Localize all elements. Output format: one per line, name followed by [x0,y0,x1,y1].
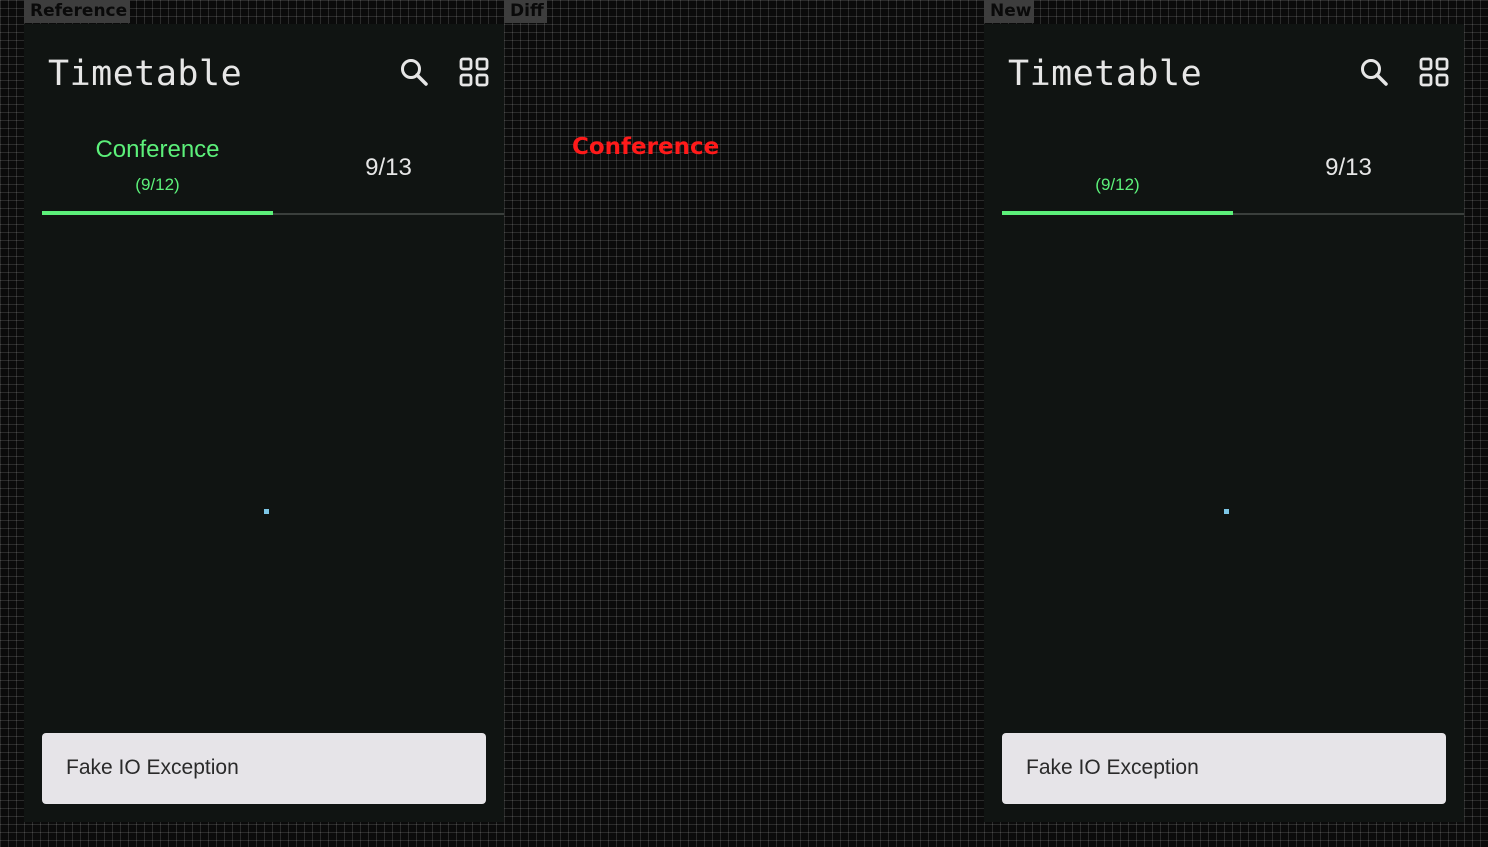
loading-indicator [1224,509,1229,514]
tab-label: 9/13 [1325,154,1372,181]
tab-9-13[interactable]: 9/13 [273,124,504,214]
tab-indicator [1002,211,1233,215]
snackbar: Fake IO Exception [42,733,486,804]
tab-label: 9/13 [365,154,412,181]
app-title: Timetable [48,54,243,94]
grid-view-icon[interactable] [454,52,494,92]
app-title: Timetable [1008,54,1203,94]
new-label: New [984,0,1035,23]
tab-9-13[interactable]: 9/13 [1233,124,1464,214]
loading-indicator [264,509,269,514]
snackbar-message: Fake IO Exception [1026,756,1199,779]
tab-conference[interactable]: (9/12) [1002,124,1233,214]
grid-view-icon[interactable] [1414,52,1454,92]
diff-label: Diff [504,0,547,23]
reference-screen: Timetable Conference (9/12) 9/13 Fake IO… [24,24,504,822]
tab-indicator [42,211,273,215]
reference-label: Reference [24,0,131,23]
diff-highlight: Conference [572,134,720,160]
new-screen: Timetable (9/12) 9/13 Fake IO Exception [984,24,1464,822]
snackbar: Fake IO Exception [1002,733,1446,804]
tab-label: Conference [95,136,220,163]
tab-conference[interactable]: Conference (9/12) [42,124,273,214]
tab-sublabel: (9/12) [135,175,180,194]
search-icon[interactable] [394,52,434,92]
snackbar-message: Fake IO Exception [66,756,239,779]
search-icon[interactable] [1354,52,1394,92]
tab-sublabel: (9/12) [1095,175,1140,194]
